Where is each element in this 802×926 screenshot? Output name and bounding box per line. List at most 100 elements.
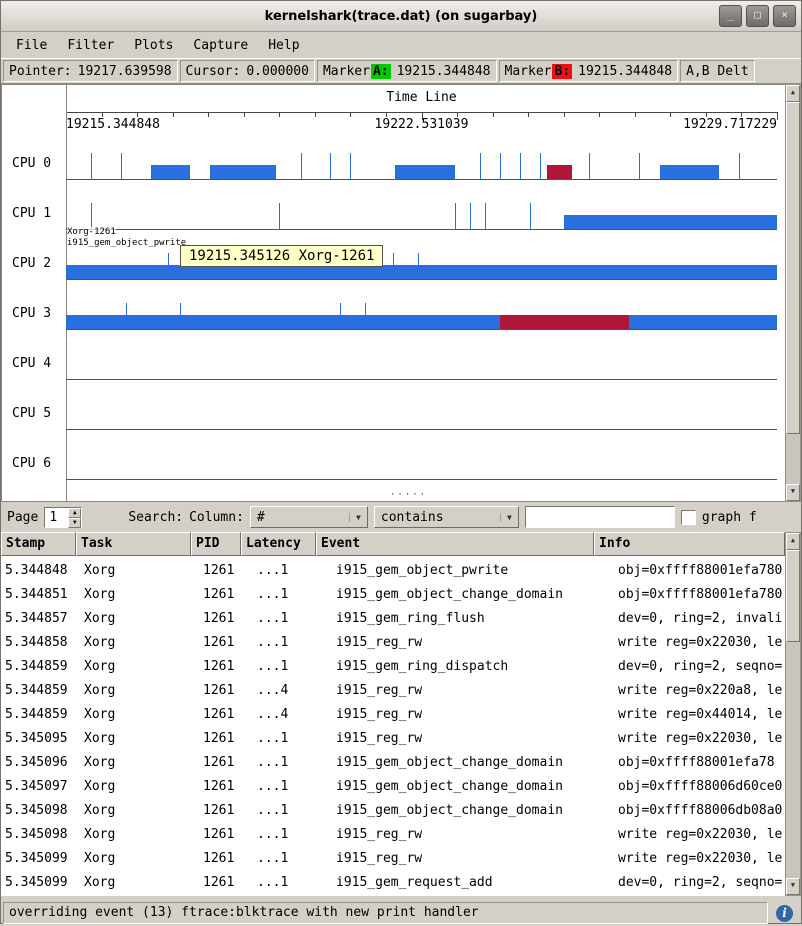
table-row[interactable]: 5.344859Xorg1261...4i915_reg_rwwrite reg… <box>1 679 785 703</box>
table-cell: write reg=0x44014, le <box>614 703 785 727</box>
table-row[interactable]: 5.344857Xorg1261...1i915_gem_ring_flushd… <box>1 607 785 631</box>
cpu-track[interactable] <box>66 293 777 343</box>
table-row[interactable]: 5.345097Xorg1261...1i915_gem_object_chan… <box>1 775 785 799</box>
marker-a-label: Marker <box>323 64 370 79</box>
column-header-task[interactable]: Task <box>76 532 191 556</box>
cpu-baseline <box>66 179 777 180</box>
page-label: Page <box>7 510 38 525</box>
graph-tooltip: 19215.345126 Xorg-1261 <box>180 245 383 267</box>
table-row[interactable]: 5.344859Xorg1261...4i915_reg_rwwrite reg… <box>1 703 785 727</box>
task-bar[interactable] <box>395 165 455 179</box>
menu-item-filter[interactable]: Filter <box>58 35 123 56</box>
table-row[interactable]: 5.345095Xorg1261...1i915_reg_rwwrite reg… <box>1 727 785 751</box>
table-row[interactable]: 5.345099Xorg1261...1i915_reg_rwwrite reg… <box>1 847 785 871</box>
event-tick <box>279 203 280 229</box>
task-bar[interactable] <box>66 315 777 329</box>
table-row[interactable]: 5.344858Xorg1261...1i915_reg_rwwrite reg… <box>1 631 785 655</box>
event-annotation: i915_gem_object_pwrite <box>67 238 186 248</box>
cpu-label: CPU 5 <box>12 406 51 421</box>
column-header-event[interactable]: Event <box>316 532 594 556</box>
cpu-track[interactable] <box>66 343 777 393</box>
table-row[interactable]: 5.345096Xorg1261...1i915_gem_object_chan… <box>1 751 785 775</box>
scroll-down-icon[interactable]: ▼ <box>786 484 800 501</box>
task-bar[interactable] <box>66 265 777 279</box>
table-cell: i915_gem_ring_flush <box>332 607 614 631</box>
task-bar[interactable] <box>660 165 720 179</box>
cpu-label: CPU 0 <box>12 156 51 171</box>
page-value: 1 <box>45 508 68 527</box>
task-bar[interactable] <box>547 165 571 179</box>
menu-item-plots[interactable]: Plots <box>125 35 182 56</box>
table-row[interactable]: 5.344851Xorg1261...1i915_gem_object_chan… <box>1 583 785 607</box>
table-cell: Xorg <box>80 559 199 583</box>
scroll-up-icon[interactable]: ▲ <box>786 85 800 102</box>
table-cell: ...1 <box>253 775 332 799</box>
graph-scrollbar-thumb[interactable] <box>786 102 800 434</box>
graph-scrollbar-trough[interactable] <box>786 434 800 484</box>
marker-b-label: Marker <box>505 64 552 79</box>
column-header-pid[interactable]: PID <box>191 532 241 556</box>
table-cell: i915_reg_rw <box>332 679 614 703</box>
table-cell: 1261 <box>199 607 253 631</box>
spin-up-icon[interactable]: ▲ <box>68 508 81 518</box>
graph-follows-checkbox[interactable] <box>681 510 696 525</box>
table-row[interactable]: 5.344859Xorg1261...1i915_gem_ring_dispat… <box>1 655 785 679</box>
table-cell: dev=0, ring=2, seqno= <box>614 871 785 895</box>
table-body[interactable]: 5.344848Xorg1261...1i915_gem_object_pwri… <box>1 556 785 896</box>
task-bar[interactable] <box>151 165 191 179</box>
maximize-button[interactable]: □ <box>746 5 769 27</box>
column-header-info[interactable]: Info <box>594 532 785 556</box>
match-select[interactable]: contains ▼ <box>374 506 519 528</box>
table-cell: Xorg <box>80 871 199 895</box>
graph-scrollbar[interactable]: ▲ ▼ <box>785 84 801 502</box>
table-cell: i915_gem_ring_dispatch <box>332 655 614 679</box>
menu-item-help[interactable]: Help <box>259 35 308 56</box>
table-scrollbar-thumb[interactable] <box>786 550 800 642</box>
cpu-track[interactable] <box>66 393 777 443</box>
marker-a-badge[interactable]: A: <box>371 64 391 79</box>
table-cell: 5.345099 <box>1 847 80 871</box>
task-bar[interactable] <box>210 165 275 179</box>
marker-b-badge[interactable]: B: <box>552 64 572 79</box>
table-row[interactable]: 5.345098Xorg1261...1i915_reg_rwwrite reg… <box>1 823 785 847</box>
table-row[interactable]: 5.344848Xorg1261...1i915_gem_object_pwri… <box>1 559 785 583</box>
match-select-value: contains <box>375 510 500 525</box>
table-row[interactable]: 5.345099Xorg1261...1i915_gem_request_add… <box>1 871 785 895</box>
task-bar[interactable] <box>500 315 629 329</box>
info-icon[interactable]: i <box>776 905 793 922</box>
menu-item-file[interactable]: File <box>7 35 56 56</box>
column-header-stamp[interactable]: Stamp <box>1 532 76 556</box>
table-cell: obj=0xffff88006db08a0 <box>614 799 785 823</box>
cpu-track[interactable] <box>66 193 777 243</box>
menu-item-capture[interactable]: Capture <box>184 35 257 56</box>
spin-down-icon[interactable]: ▼ <box>68 518 81 528</box>
table-cell: ...1 <box>253 607 332 631</box>
table-scrollbar-trough[interactable] <box>786 642 800 878</box>
table-cell: ...1 <box>253 583 332 607</box>
event-tick <box>455 203 456 229</box>
cpu-label: CPU 6 <box>12 456 51 471</box>
cpu-track[interactable] <box>66 243 777 293</box>
page-spinner[interactable]: 1 ▲ ▼ <box>44 507 82 528</box>
task-bar[interactable] <box>564 215 777 229</box>
table-scrollbar[interactable]: ▲ ▼ <box>785 532 801 896</box>
column-select[interactable]: # ▼ <box>250 506 368 528</box>
scroll-up-icon[interactable]: ▲ <box>786 533 800 550</box>
cpu-track[interactable] <box>66 143 777 193</box>
title-bar[interactable]: kernelshark(trace.dat) (on sugarbay) _ □… <box>1 1 801 32</box>
search-label: Search: <box>128 510 183 525</box>
scroll-down-icon[interactable]: ▼ <box>786 878 800 895</box>
minimize-button[interactable]: _ <box>719 5 742 27</box>
timeline-graph[interactable]: Time Line 19215.34484819222.53103919229.… <box>1 84 785 502</box>
task-annotation: Xorg-1261 <box>67 227 116 237</box>
table-cell: 1261 <box>199 751 253 775</box>
table-cell: obj=0xffff88006d60ce0 <box>614 775 785 799</box>
column-header-latency[interactable]: Latency <box>241 532 316 556</box>
cpu-track[interactable] <box>66 443 777 493</box>
close-button[interactable]: × <box>773 5 796 27</box>
more-cpus-indicator: ····· <box>390 490 427 500</box>
table-row[interactable]: 5.345098Xorg1261...1i915_gem_object_chan… <box>1 799 785 823</box>
table-cell: i915_gem_object_change_domain <box>332 751 614 775</box>
search-input[interactable] <box>525 506 675 528</box>
event-table: StampTaskPIDLatencyEventInfo 5.344848Xor… <box>1 532 801 896</box>
